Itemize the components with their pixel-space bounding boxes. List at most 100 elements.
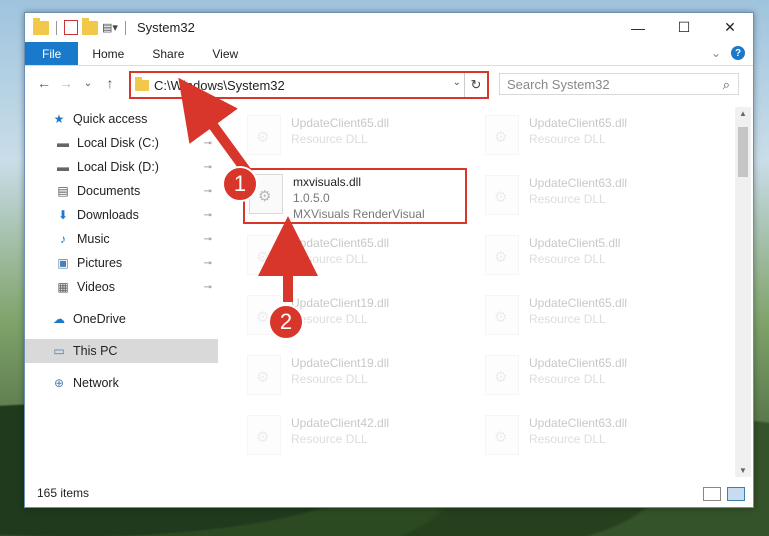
scroll-up-icon[interactable]: ▲ <box>735 109 751 118</box>
sidebar-item-local-disk-d[interactable]: ▬ Local Disk (D:) ⊸ <box>25 155 218 179</box>
navigation-pane: ★ Quick access ▬ Local Disk (C:) ⊸ ▬ Loc… <box>25 107 218 477</box>
file-type: Resource DLL <box>291 372 368 386</box>
pictures-icon: ▣ <box>57 256 69 270</box>
sidebar-item-label: Videos <box>77 280 115 294</box>
sidebar-item-pictures[interactable]: ▣ Pictures ⊸ <box>25 251 218 275</box>
scroll-down-icon[interactable]: ▼ <box>735 466 751 475</box>
file-type: Resource DLL <box>529 372 606 386</box>
search-icon[interactable]: ⌕ <box>723 77 730 93</box>
sidebar-item-downloads[interactable]: ⬇ Downloads ⊸ <box>25 203 218 227</box>
dll-file-icon <box>247 115 281 155</box>
file-name: UpdateClient65.dll <box>291 116 390 130</box>
dll-file-icon <box>485 115 519 155</box>
dll-file-icon <box>485 355 519 395</box>
download-icon: ⬇ <box>57 208 69 222</box>
toolbar-divider <box>56 20 57 35</box>
file-name: UpdateClient65.dll <box>529 296 628 310</box>
properties-icon[interactable] <box>64 20 78 35</box>
sidebar-item-this-pc[interactable]: ▭ This PC <box>25 339 218 363</box>
title-bar: ▤▾ System32 — ☐ ✕ <box>25 13 753 42</box>
recent-locations-button[interactable]: ⌄ <box>77 78 99 89</box>
file-type: Resource DLL <box>529 252 606 266</box>
refresh-button[interactable]: ↻ <box>464 73 487 97</box>
cloud-icon: ☁ <box>53 312 65 326</box>
file-type: Resource DLL <box>291 312 368 326</box>
sidebar-item-quick-access[interactable]: ★ Quick access <box>25 107 218 131</box>
list-item[interactable]: UpdateClient65.dll Resource DLL <box>243 231 463 281</box>
file-type: Resource DLL <box>291 132 368 146</box>
tab-file[interactable]: File <box>25 42 79 65</box>
file-name: UpdateClient65.dll <box>529 356 628 370</box>
file-name: UpdateClient19.dll <box>291 296 390 310</box>
file-name: UpdateClient63.dll <box>529 176 628 190</box>
maximize-button[interactable]: ☐ <box>661 13 707 42</box>
pin-icon: ⊸ <box>203 209 212 221</box>
dll-file-icon <box>485 175 519 215</box>
up-button[interactable]: ↑ <box>99 75 121 91</box>
list-item[interactable]: UpdateClient19.dll Resource DLL <box>243 351 463 401</box>
minimize-button[interactable]: — <box>615 13 661 42</box>
vertical-scrollbar[interactable]: ▲ ▼ <box>735 107 751 477</box>
sidebar-item-network[interactable]: ⊕ Network <box>25 371 218 395</box>
tab-home[interactable]: Home <box>78 42 138 65</box>
callout-badge-1: 1 <box>222 166 258 202</box>
window-title: System32 <box>137 20 195 35</box>
sidebar-item-label: OneDrive <box>73 312 126 326</box>
details-view-icon[interactable] <box>703 487 721 501</box>
explorer-window: ▤▾ System32 — ☐ ✕ File Home Share View ⌄… <box>24 12 754 508</box>
pin-icon: ⊸ <box>203 137 212 149</box>
file-name: UpdateClient63.dll <box>529 416 628 430</box>
sidebar-item-documents[interactable]: ▤ Documents ⊸ <box>25 179 218 203</box>
list-item[interactable]: UpdateClient42.dll Resource DLL <box>243 411 463 461</box>
list-item[interactable]: UpdateClient5.dll Resource DLL <box>481 231 701 281</box>
list-item[interactable]: UpdateClient63.dll Resource DLL <box>481 411 701 461</box>
file-name: UpdateClient5.dll <box>529 236 621 250</box>
file-type: Resource DLL <box>529 432 606 446</box>
forward-button[interactable]: → <box>55 75 77 91</box>
search-input[interactable]: Search System32 ⌕ <box>499 73 739 95</box>
customize-toolbar-icon[interactable]: ▤▾ <box>102 21 118 35</box>
address-dropdown-icon[interactable]: ⌄ <box>453 77 461 88</box>
file-type: Resource DLL <box>291 252 368 266</box>
close-button[interactable]: ✕ <box>707 13 753 42</box>
file-type: Resource DLL <box>291 432 368 446</box>
tab-share[interactable]: Share <box>138 42 198 65</box>
tab-view[interactable]: View <box>198 42 252 65</box>
pin-icon: ⊸ <box>203 233 212 245</box>
file-name: UpdateClient42.dll <box>291 416 390 430</box>
dll-file-icon <box>247 355 281 395</box>
list-item[interactable]: UpdateClient65.dll Resource DLL <box>243 111 463 161</box>
scroll-thumb[interactable] <box>738 127 748 177</box>
expand-ribbon-icon[interactable]: ⌄ <box>711 46 721 60</box>
sidebar-item-onedrive[interactable]: ☁ OneDrive <box>25 307 218 331</box>
list-item[interactable]: UpdateClient63.dll Resource DLL <box>481 171 701 221</box>
sidebar-item-label: Local Disk (C:) <box>77 136 159 150</box>
address-bar[interactable]: C:\Windows\System32 ⌄ ↻ <box>129 71 489 99</box>
dll-file-icon <box>485 415 519 455</box>
list-item[interactable]: UpdateClient65.dll Resource DLL <box>481 291 701 341</box>
back-button[interactable]: ← <box>33 75 55 91</box>
drive-icon: ▬ <box>57 160 69 174</box>
videos-icon: ▦ <box>57 280 69 294</box>
tiles-view-icon[interactable] <box>727 487 745 501</box>
sidebar-item-local-disk-c[interactable]: ▬ Local Disk (C:) ⊸ <box>25 131 218 155</box>
help-icon[interactable]: ? <box>731 46 745 60</box>
sidebar-item-label: Music <box>77 232 110 246</box>
list-item[interactable]: UpdateClient65.dll Resource DLL <box>481 351 701 401</box>
file-name: mxvisuals.dll <box>293 175 362 189</box>
sidebar-item-label: Downloads <box>77 208 139 222</box>
folder-icon <box>33 17 49 35</box>
file-name: UpdateClient65.dll <box>291 236 390 250</box>
documents-icon: ▤ <box>57 184 69 198</box>
list-item[interactable]: UpdateClient65.dll Resource DLL <box>481 111 701 161</box>
sidebar-item-music[interactable]: ♪ Music ⊸ <box>25 227 218 251</box>
sidebar-item-label: Documents <box>77 184 141 198</box>
new-folder-icon[interactable] <box>82 17 98 35</box>
file-list: UpdateClient65.dll Resource DLL mxvisuals… <box>243 107 735 477</box>
sidebar-item-label: Quick access <box>73 112 148 126</box>
address-path[interactable]: C:\Windows\System32 <box>154 78 285 93</box>
pin-icon: ⊸ <box>203 185 212 197</box>
sidebar-item-videos[interactable]: ▦ Videos ⊸ <box>25 275 218 299</box>
computer-icon: ▭ <box>53 344 65 358</box>
list-item-mxvisuals[interactable]: mxvisuals.dll 1.0.5.0 MXVisuals RenderVi… <box>243 168 467 224</box>
